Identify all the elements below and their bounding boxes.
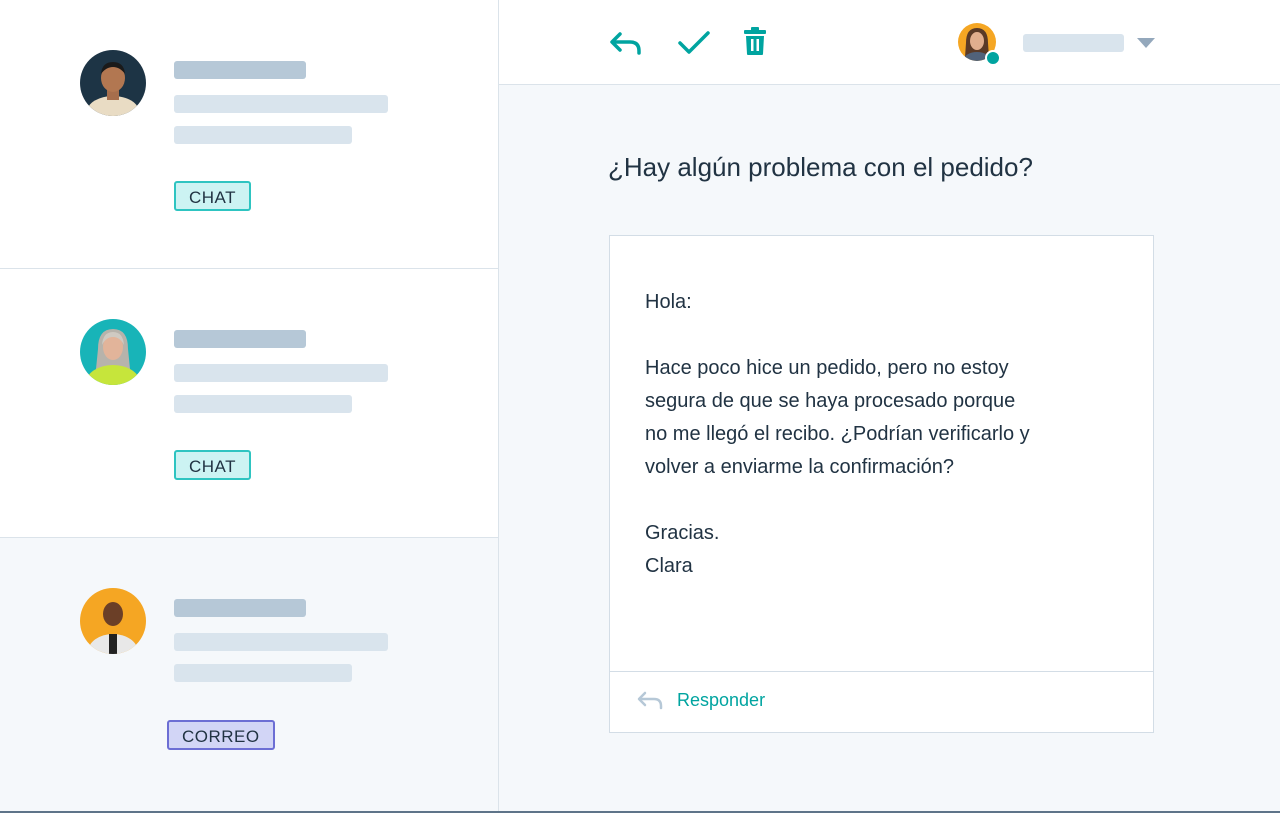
message-closing: Gracias. [645,522,720,544]
conversation-item-selected[interactable]: CORREO [0,538,498,811]
reply-button[interactable]: Responder [636,689,765,711]
message-card: Hola: Hace poco hice un pedido, pero no … [609,235,1154,733]
contact-avatar [80,50,146,116]
message-line: volver a enviarme la confirmación? [645,456,955,478]
preview-line-placeholder [174,95,388,113]
reply-arrow-icon[interactable] [608,26,642,60]
reply-footer: Responder [610,671,1153,732]
message-line: Hace poco hice un pedido, pero no estoy [645,357,1009,379]
contact-avatar [80,319,146,385]
message-line: no me llegó el recibo. ¿Podrían verifica… [645,423,1030,445]
online-status-indicator [985,50,1001,66]
preview-line-placeholder [174,395,352,413]
checkmark-icon[interactable] [677,26,711,60]
contact-name-placeholder [174,330,306,348]
message-toolbar [499,0,1280,85]
channel-tag-chat: CHAT [174,181,252,211]
preview-line-placeholder [174,364,388,382]
message-greeting: Hola: [645,291,692,313]
contact-avatar [80,588,146,654]
channel-tag-chat: CHAT [174,450,252,480]
contact-name-placeholder [174,61,306,79]
agent-avatar[interactable] [958,23,1001,66]
chevron-down-icon[interactable] [1137,38,1155,48]
message-signature: Clara [645,555,693,577]
message-body: Hola: Hace poco hice un pedido, pero no … [645,286,1115,583]
reply-label: Responder [677,689,766,710]
conversation-item[interactable]: CHAT [0,0,498,269]
agent-name-placeholder[interactable] [1023,34,1124,52]
preview-line-placeholder [174,126,352,144]
channel-tag-email: CORREO [167,720,275,750]
preview-line-placeholder [174,633,388,651]
conversation-list: CHAT CHAT CORREO [0,0,499,811]
preview-line-placeholder [174,664,352,682]
trash-icon[interactable] [742,26,776,60]
message-line: segura de que se haya procesado porque [645,390,1016,412]
conversation-item[interactable]: CHAT [0,269,498,538]
message-subject: ¿Hay algún problema con el pedido? [608,152,1033,182]
contact-name-placeholder [174,599,306,617]
reply-arrow-icon [637,691,663,710]
